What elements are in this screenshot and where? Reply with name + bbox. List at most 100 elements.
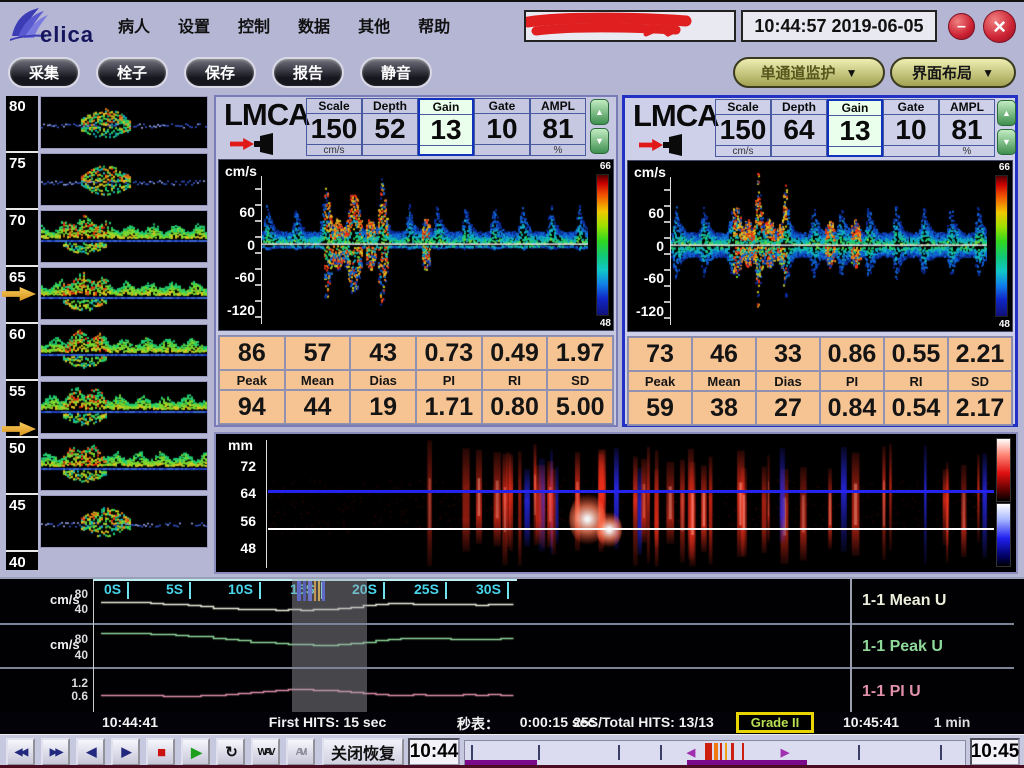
parameter-value: 10: [486, 113, 518, 144]
depth-tick-label: 64: [240, 485, 256, 502]
parameter-label: Scale: [307, 99, 361, 114]
measurement-value: 94: [219, 390, 285, 424]
toolbar-button[interactable]: 报告: [272, 57, 344, 88]
parameter-unit: [772, 145, 826, 156]
depth-mini-spectrogram[interactable]: [40, 381, 208, 434]
parameter-cell[interactable]: Depth 52: [362, 98, 418, 156]
parameter-cell[interactable]: AMPL 81 %: [939, 99, 995, 157]
depth-mini-spectrogram[interactable]: [40, 96, 208, 149]
measurement-value: 38: [692, 391, 756, 425]
dropdown-label: 界面布局: [912, 65, 973, 82]
trend-canvas: [94, 625, 849, 668]
y-tick-label: 60: [648, 205, 664, 221]
parameter-cell[interactable]: Scale 150 cm/s: [306, 98, 362, 156]
depth-axis-ticks: 72 64 56 48: [222, 458, 256, 556]
parameter-value: 13: [839, 115, 871, 146]
probe-indicator: [639, 134, 687, 156]
measurement-header: SD: [547, 370, 614, 390]
channel-mode-dropdown[interactable]: 单通道监护 ▼: [733, 57, 885, 88]
parameter-cell[interactable]: Gain 13: [418, 98, 474, 156]
play-button[interactable]: ▶: [181, 738, 210, 766]
gate-depth-line[interactable]: [268, 490, 994, 493]
flow-direction-arrow-icon: [230, 138, 254, 150]
toolbar-button[interactable]: 静音: [360, 57, 432, 88]
parameter-label: Gate: [884, 100, 938, 115]
avi-button[interactable]: AVI: [286, 738, 315, 766]
measurement-value: 0.73: [416, 336, 482, 370]
value-spinner: ▲ ▼: [590, 99, 609, 154]
selection-band[interactable]: [292, 579, 367, 712]
increase-button[interactable]: ▲: [997, 100, 1016, 126]
parameter-label: AMPL: [940, 100, 994, 115]
parameter-cell[interactable]: Depth 64: [771, 99, 827, 157]
menu-item[interactable]: 控制: [238, 13, 270, 37]
parameter-cell[interactable]: Gain 13: [827, 99, 883, 157]
parameter-value: 52: [374, 113, 406, 144]
menu-item[interactable]: 帮助: [418, 13, 450, 37]
timeline-slider[interactable]: ◀ ▶: [464, 740, 966, 766]
close-restore-button[interactable]: 关闭恢复: [322, 738, 404, 766]
depth-mini-spectrogram[interactable]: [40, 153, 208, 206]
depth-mini-spectrogram[interactable]: [40, 267, 208, 320]
menu-bar: 病人 设置 控制 数据 其他 帮助: [118, 2, 450, 48]
parameter-cell[interactable]: Gate 10: [883, 99, 939, 157]
layout-dropdown[interactable]: 界面布局 ▼: [890, 57, 1016, 88]
cursor-depth-line[interactable]: [268, 528, 994, 530]
depth-mini-spectrogram[interactable]: [40, 438, 208, 491]
toolbar-button[interactable]: 采集: [8, 57, 80, 88]
menu-item[interactable]: 病人: [118, 13, 150, 37]
measurement-header: Mean: [284, 370, 351, 390]
minimize-button[interactable]: –: [948, 13, 975, 40]
parameter-value: 13: [430, 114, 462, 145]
depth-scale-label: 45: [9, 497, 26, 514]
parameter-value: 10: [895, 114, 927, 145]
parameter-cell[interactable]: Scale 150 cm/s: [715, 99, 771, 157]
rewind-button[interactable]: ◀◀: [6, 738, 35, 766]
step-forward-button[interactable]: ▶: [111, 738, 140, 766]
depth-mini-spectrogram[interactable]: [40, 495, 208, 548]
parameter-value: 150: [310, 113, 358, 144]
measurement-value: 59: [628, 391, 692, 425]
increase-button[interactable]: ▲: [590, 99, 609, 125]
y-tick-label: -60: [643, 270, 664, 287]
button-glyph: ■: [156, 743, 166, 761]
stop-button[interactable]: ■: [146, 738, 175, 766]
measurement-header: Peak: [219, 370, 285, 390]
close-button[interactable]: ×: [983, 10, 1016, 43]
parameter-cell[interactable]: AMPL 81 %: [530, 98, 586, 156]
logo-text: elica: [40, 22, 94, 47]
trend-tick: 1.2: [71, 676, 88, 690]
toolbar-button[interactable]: 栓子: [96, 57, 168, 88]
colorbar-min: 48: [599, 318, 611, 329]
colorbar-max: 66: [998, 162, 1010, 173]
menu-item[interactable]: 数据: [298, 13, 330, 37]
y-axis-ticks: 60 0 -60 -120: [223, 204, 255, 318]
toolbar-button[interactable]: 保存: [184, 57, 256, 88]
depth-scale: 80 75 70 65 60 55 50 45 40: [6, 96, 38, 571]
wav-button[interactable]: WAV: [251, 738, 280, 766]
depth-mini-spectrogram[interactable]: [40, 210, 208, 263]
menu-item[interactable]: 其他: [358, 13, 390, 37]
parameter-cell[interactable]: Gate 10: [474, 98, 530, 156]
parameter-value: 81: [542, 113, 574, 144]
depth-mini-spectrogram[interactable]: [40, 324, 208, 377]
step-back-button[interactable]: ◀: [76, 738, 105, 766]
colorbar: [596, 174, 609, 316]
parameter-label: Gain: [829, 101, 881, 116]
depth-scale-label: 70: [9, 212, 26, 229]
row-divider: [0, 667, 1014, 669]
patient-name-redacted: [522, 12, 692, 37]
measurement-header: Mean: [692, 371, 756, 391]
menu-item[interactable]: 设置: [178, 13, 210, 37]
patient-name-field[interactable]: [522, 10, 736, 42]
loop-button[interactable]: ↻: [216, 738, 245, 766]
measurement-header: Dias: [756, 371, 820, 391]
decrease-button[interactable]: ▼: [590, 128, 609, 154]
decrease-button[interactable]: ▼: [997, 129, 1016, 155]
record-duration: 1 min: [933, 714, 971, 730]
parameter-label: Gain: [420, 100, 472, 115]
depth-scale-label: 60: [9, 326, 26, 343]
measurement-value: 0.55: [884, 337, 948, 371]
fast-forward-button[interactable]: ▶▶: [41, 738, 70, 766]
m-mode-canvas: [268, 436, 994, 570]
